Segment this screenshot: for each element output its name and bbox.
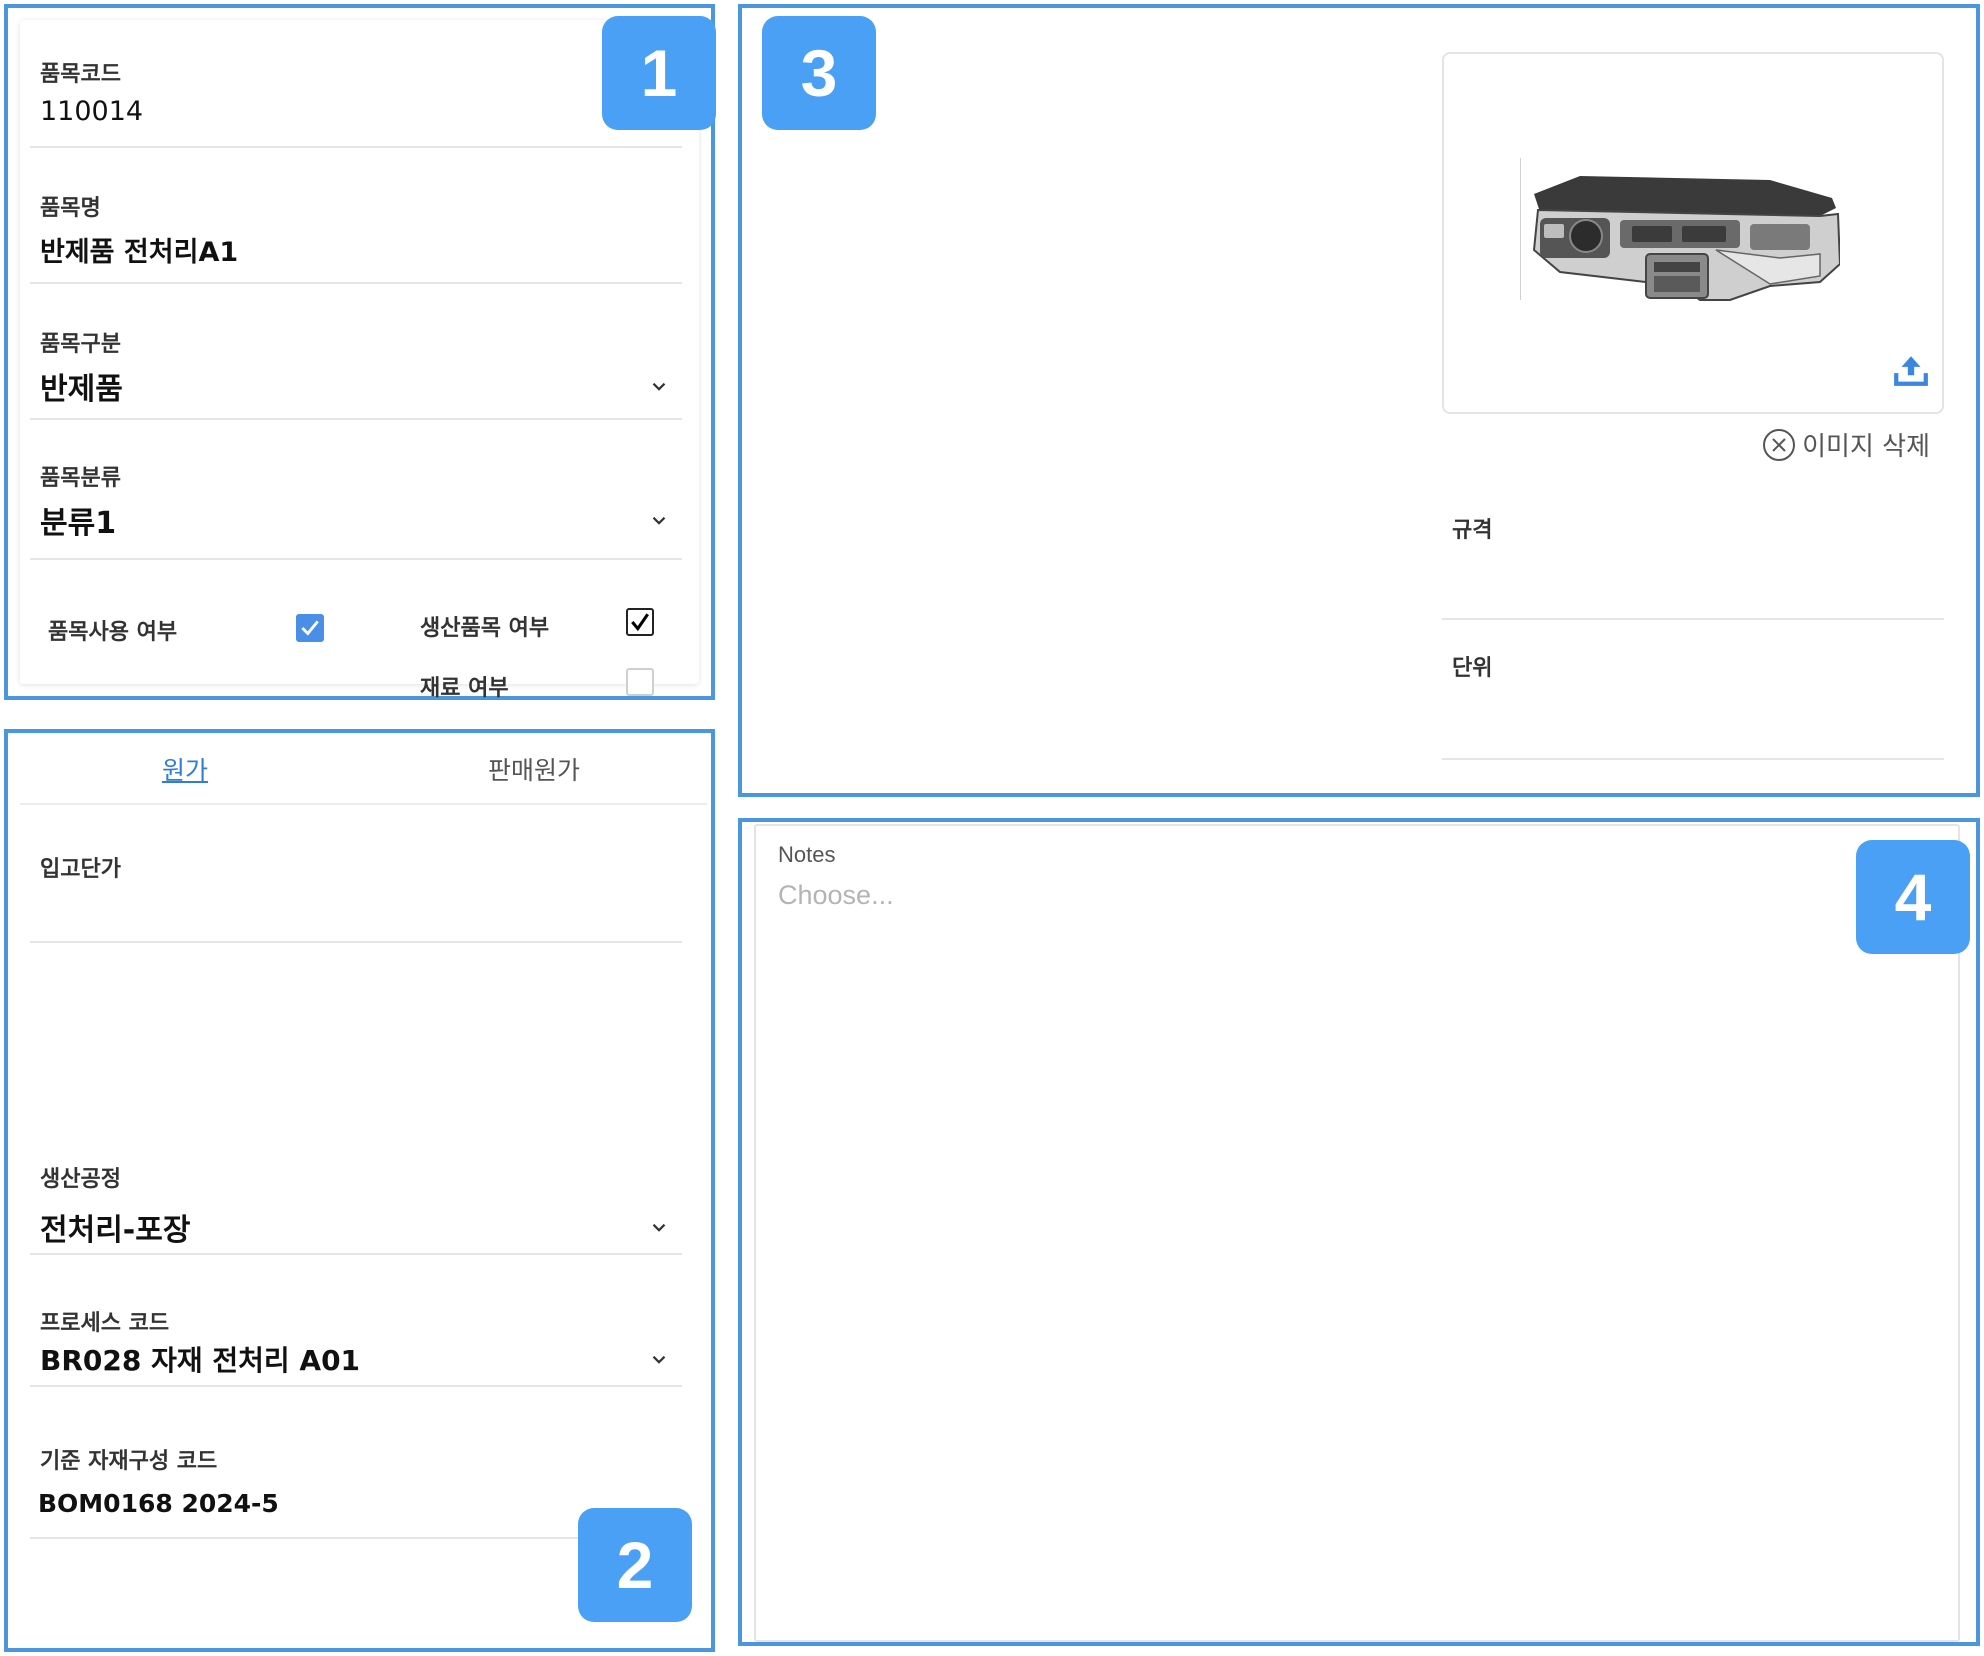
production-process-value: 전처리-포장 [40, 1213, 191, 1248]
cost-panel: 원가 판매원가 입고단가 생산공정 전처리-포장 프로세스 코드 BR028 자… [4, 729, 715, 1652]
bom-code-label: 기준 자재구성 코드 [40, 1449, 218, 1474]
process-code-select[interactable]: 프로세스 코드 BR028 자재 전처리 A01 [30, 1291, 682, 1387]
cost-tabs: 원가 판매원가 [20, 733, 707, 805]
process-code-value: BR028 자재 전처리 A01 [40, 1344, 361, 1377]
receiving-unit-price-field[interactable]: 입고단가 [30, 839, 682, 943]
image-spec-panel: 3 이미지 삭제 규격 단위 [738, 4, 1980, 797]
production-process-select[interactable]: 생산공정 전처리-포장 [30, 1149, 682, 1255]
chevron-down-icon [652, 1223, 666, 1232]
item-category-value: 분류1 [40, 506, 117, 541]
item-category-select[interactable]: 품목분류 분류1 [30, 448, 682, 560]
delete-image-button[interactable]: 이미지 삭제 [1762, 426, 1930, 463]
notes-textarea[interactable]: Notes Choose... [754, 824, 1960, 1642]
process-code-label: 프로세스 코드 [40, 1311, 170, 1336]
production-item-label: 생산품목 여부 [420, 616, 550, 641]
callout-badge-2: 2 [578, 1508, 692, 1622]
item-image-box[interactable] [1442, 52, 1944, 414]
unit-label: 단위 [1452, 656, 1493, 681]
chevron-down-icon [652, 382, 666, 391]
item-name-label: 품목명 [40, 196, 101, 221]
callout-badge-3: 3 [762, 16, 876, 130]
notes-placeholder: Choose... [778, 880, 894, 910]
receiving-unit-price-label: 입고단가 [40, 857, 121, 882]
check-icon [631, 613, 649, 632]
spec-field[interactable]: 규격 [1442, 492, 1944, 620]
chevron-down-icon [652, 516, 666, 525]
spec-label: 규격 [1452, 518, 1493, 543]
close-circle-icon [1763, 428, 1796, 461]
item-type-value: 반제품 [40, 372, 123, 407]
notes-label: Notes [778, 842, 836, 867]
callout-badge-1: 1 [602, 16, 716, 130]
car-dashboard-image [1520, 158, 1840, 301]
material-checkbox[interactable] [626, 668, 654, 696]
delete-image-label: 이미지 삭제 [1802, 432, 1930, 462]
item-name-field[interactable]: 품목명 반제품 전처리A1 [30, 178, 682, 284]
item-code-label: 품목코드 [40, 62, 121, 87]
item-code-value: 110014 [40, 96, 144, 127]
bom-code-value: BOM0168 2024-5 [38, 1489, 279, 1518]
item-type-select[interactable]: 품목구분 반제품 [30, 314, 682, 420]
item-type-label: 품목구분 [40, 332, 121, 357]
check-icon [301, 620, 319, 636]
upload-icon[interactable] [1892, 352, 1930, 388]
production-item-checkbox[interactable] [626, 608, 654, 636]
material-label: 재료 여부 [420, 676, 509, 701]
chevron-down-icon [652, 1355, 666, 1364]
tab-sales-cost[interactable]: 판매원가 [488, 751, 580, 787]
unit-field[interactable]: 단위 [1442, 630, 1944, 760]
in-use-label: 품목사용 여부 [48, 620, 178, 645]
item-name-value: 반제품 전처리A1 [40, 237, 239, 268]
item-code-field[interactable]: 품목코드 110014 [30, 44, 682, 148]
notes-panel: Notes Choose... 4 [738, 818, 1980, 1646]
item-category-label: 품목분류 [40, 466, 121, 491]
item-info-panel: 1 품목코드 110014 품목명 반제품 전처리A1 품목구분 반제품 품목분… [4, 4, 716, 701]
in-use-checkbox[interactable] [296, 614, 324, 642]
callout-badge-4: 4 [1856, 840, 1970, 954]
tab-cost[interactable]: 원가 [162, 751, 208, 787]
production-process-label: 생산공정 [40, 1167, 121, 1192]
